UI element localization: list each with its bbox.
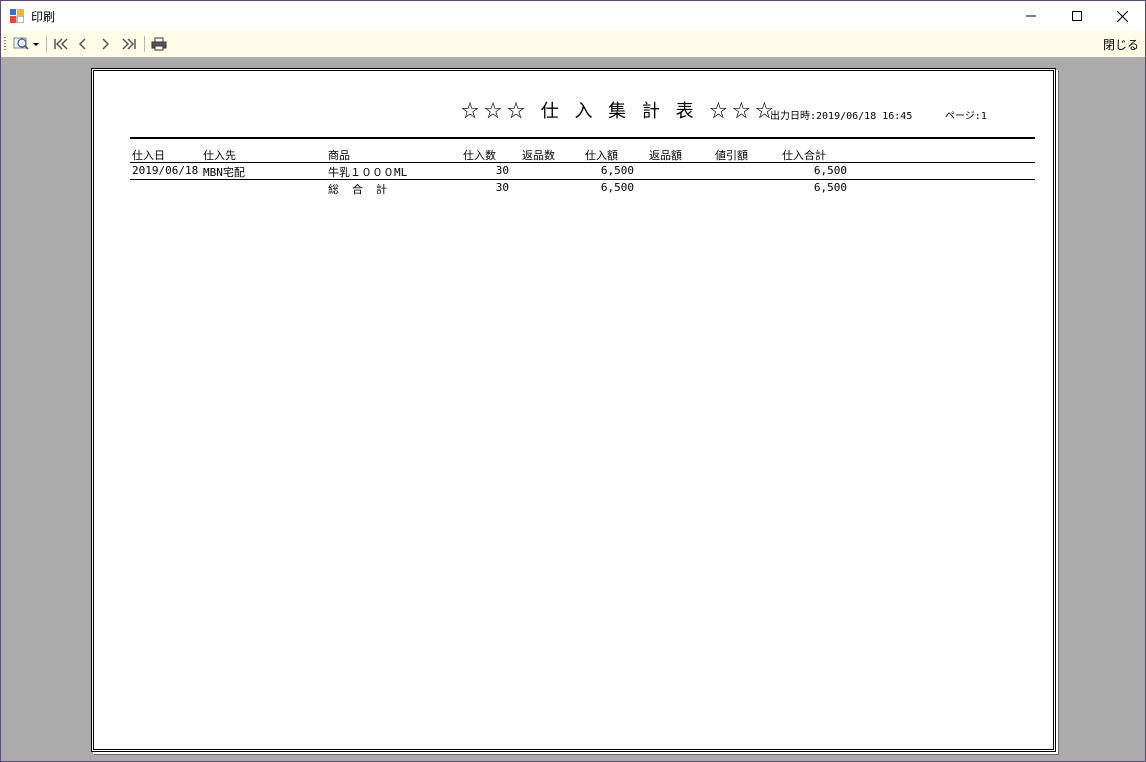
- toolbar-separator: [144, 36, 145, 52]
- next-page-icon: [102, 38, 110, 50]
- toolbar-separator: [46, 36, 47, 52]
- last-page-button[interactable]: [119, 34, 139, 54]
- maximize-icon: [1072, 11, 1082, 21]
- column-header-return-amount: 返品額: [649, 149, 682, 162]
- zoom-dropdown-button[interactable]: [12, 34, 42, 54]
- print-preview-window: 印刷 閉じる ☆☆☆ 仕 入 集 計 表 ☆☆☆ 出力日時:2019/06/18…: [0, 0, 1146, 762]
- column-header-total: 仕入合計: [782, 149, 826, 162]
- first-page-button[interactable]: [51, 34, 71, 54]
- column-header-amount: 仕入額: [585, 149, 618, 162]
- row-divider: [130, 179, 1035, 180]
- preview-toolbar: 閉じる: [1, 31, 1145, 57]
- previous-page-button[interactable]: [75, 34, 91, 54]
- last-page-icon: [122, 38, 136, 50]
- row-product: 牛乳１０００ML: [328, 166, 408, 179]
- grand-total-qty: 30: [495, 181, 509, 194]
- grand-total-label: 総 合 計: [328, 183, 388, 196]
- report-page: ☆☆☆ 仕 入 集 計 表 ☆☆☆ 出力日時:2019/06/18 16:45 …: [91, 68, 1056, 752]
- header-bottom-rule: [130, 162, 1035, 163]
- minimize-button[interactable]: [1008, 1, 1054, 31]
- maximize-button[interactable]: [1054, 1, 1100, 31]
- next-page-button[interactable]: [97, 34, 113, 54]
- column-header-qty: 仕入数: [463, 149, 496, 162]
- column-header-date: 仕入日: [132, 149, 165, 162]
- close-icon: [1116, 10, 1128, 22]
- row-total: 6,500: [813, 164, 847, 177]
- first-page-icon: [54, 38, 68, 50]
- header-top-rule: [130, 137, 1035, 139]
- row-amount: 6,500: [600, 164, 634, 177]
- previous-page-icon: [78, 38, 86, 50]
- title-bar: 印刷: [1, 1, 1145, 31]
- column-header-discount: 値引額: [715, 149, 748, 162]
- grand-total-amount: 6,500: [600, 181, 634, 194]
- output-datetime: 出力日時:2019/06/18 16:45: [770, 111, 913, 122]
- close-preview-button[interactable]: 閉じる: [1103, 36, 1139, 53]
- close-window-button[interactable]: [1099, 1, 1145, 31]
- grand-total-total: 6,500: [813, 181, 847, 194]
- row-supplier: MBN宅配: [203, 166, 245, 179]
- page-number: ページ:1: [945, 111, 987, 122]
- minimize-icon: [1026, 15, 1036, 17]
- app-icon: [10, 9, 24, 23]
- row-date: 2019/06/18: [132, 164, 199, 177]
- zoom-icon: [13, 37, 39, 50]
- column-header-return-qty: 返品数: [522, 149, 555, 162]
- printer-icon: [151, 37, 167, 51]
- print-button[interactable]: [149, 34, 169, 54]
- row-qty: 30: [495, 164, 509, 177]
- report-title: ☆☆☆ 仕 入 集 計 表 ☆☆☆: [461, 101, 779, 122]
- column-header-product: 商品: [328, 149, 350, 162]
- column-header-supplier: 仕入先: [203, 149, 236, 162]
- window-title: 印刷: [31, 10, 56, 24]
- toolbar-grip[interactable]: [4, 37, 6, 52]
